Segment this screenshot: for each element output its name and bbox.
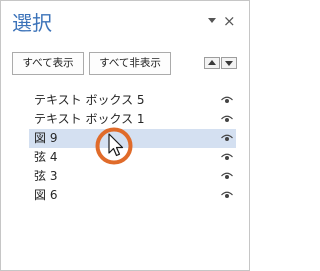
show-all-button[interactable]: すべて表示 [12, 52, 84, 75]
mouse-cursor-highlight [95, 127, 133, 165]
list-item[interactable]: 図 6 [29, 186, 236, 205]
triangle-down-icon [225, 61, 233, 66]
list-item-label: 弦 4 [34, 150, 58, 164]
bring-forward-button[interactable] [204, 57, 220, 69]
eye-icon[interactable] [221, 96, 233, 104]
list-item[interactable]: 弦 3 [29, 167, 236, 186]
pane-title: 選択 [12, 11, 52, 35]
triangle-up-icon [208, 60, 216, 65]
eye-icon[interactable] [221, 191, 233, 199]
arrow-cursor-icon [108, 133, 124, 157]
list-item-label: テキスト ボックス 5 [34, 93, 145, 107]
send-backward-button[interactable] [221, 57, 237, 69]
eye-icon[interactable] [221, 153, 233, 161]
eye-icon[interactable] [221, 172, 233, 180]
list-item-label: 図 9 [34, 131, 58, 145]
eye-icon[interactable] [221, 115, 233, 123]
list-item-label: 図 6 [34, 188, 58, 202]
close-icon[interactable]: × [223, 11, 236, 31]
hide-all-button[interactable]: すべて非表示 [89, 52, 171, 75]
selection-pane: 選択 × すべて表示 すべて非表示 テキスト ボックス 5 テキスト ボックス … [0, 0, 250, 271]
list-item-label: 弦 3 [34, 169, 58, 183]
eye-icon[interactable] [221, 134, 233, 142]
list-item[interactable]: テキスト ボックス 5 [29, 91, 236, 110]
chevron-down-icon[interactable] [208, 18, 216, 23]
